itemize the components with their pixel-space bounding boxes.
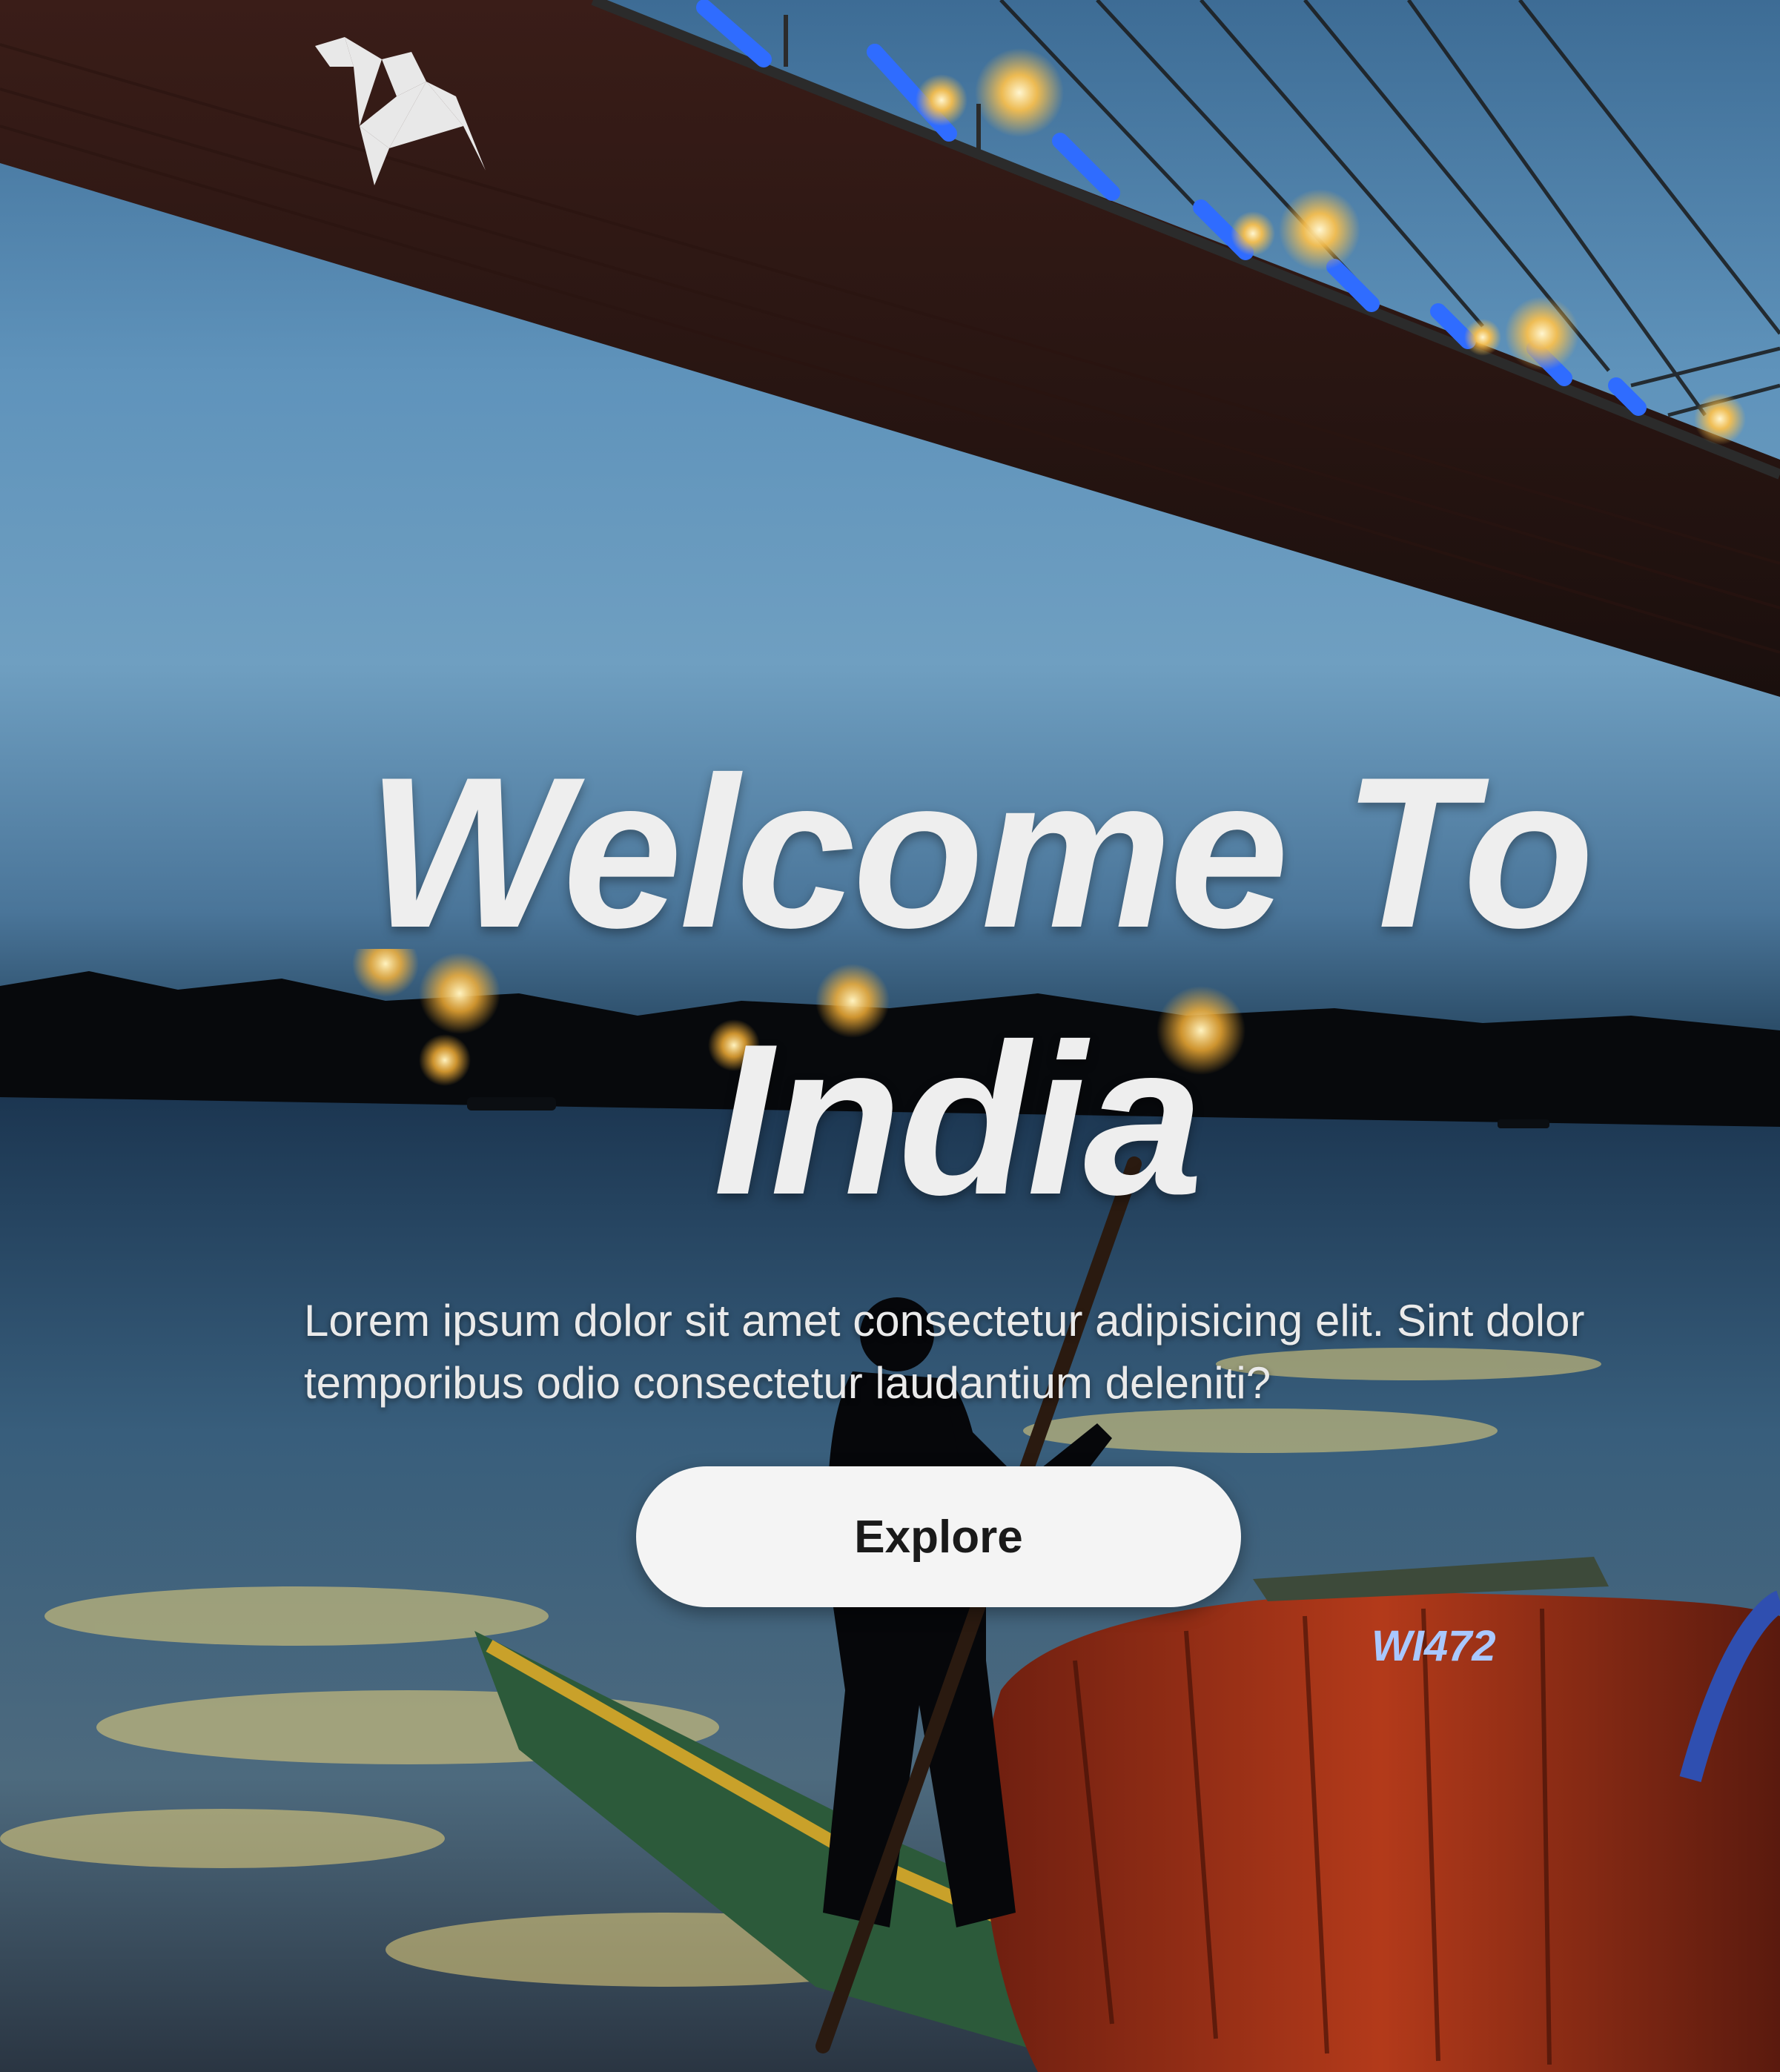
hero-headline-line1: Welcome To xyxy=(366,732,1595,973)
boat-marking-text: WI472 xyxy=(1372,1622,1496,1670)
hero-section: WI472 Welcome To India Lorem ipsum dolor… xyxy=(0,0,1780,2072)
hero-headline-line2: India xyxy=(713,999,1203,1239)
hero-subtitle: Lorem ipsum dolor sit amet consectetur a… xyxy=(304,1296,1585,1408)
explore-button[interactable]: Explore xyxy=(636,1466,1241,1607)
bridge-background-image xyxy=(0,0,1780,697)
origami-bird-logo-icon[interactable] xyxy=(315,37,493,193)
